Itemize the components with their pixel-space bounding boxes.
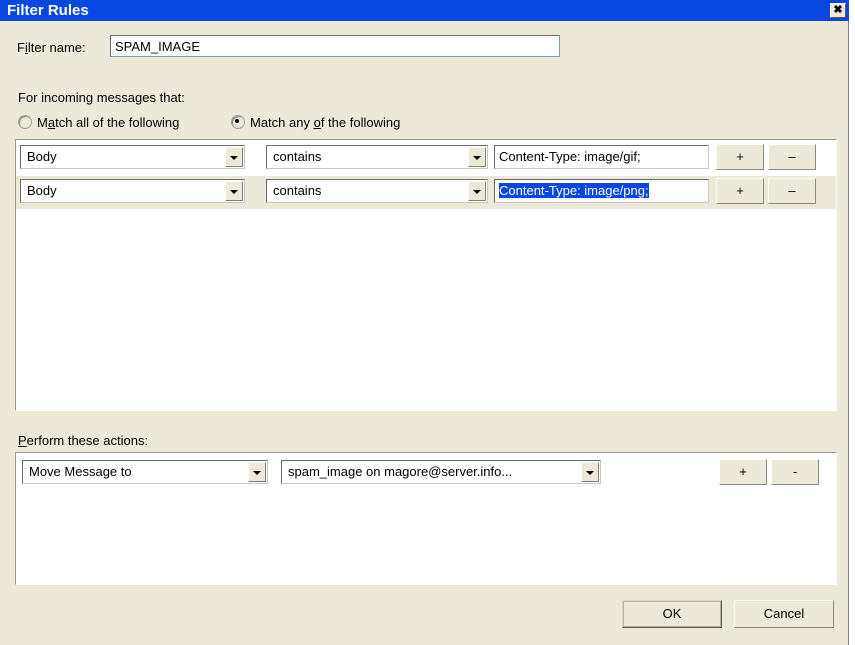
remove-condition-button[interactable]: – — [768, 144, 816, 170]
action-target-select[interactable]: spam_image on magore@server.info... — [281, 460, 601, 484]
action-row: Move Message to spam_image on magore@ser… — [16, 457, 836, 487]
radio-match-any[interactable]: Match any of the following — [231, 115, 400, 130]
condition-value-text: Content-Type: image/gif; — [499, 149, 641, 164]
chevron-down-icon[interactable] — [248, 462, 266, 482]
actions-heading: Perform these actions: — [18, 433, 149, 448]
action-target-value: spam_image on magore@server.info... — [288, 464, 513, 479]
radio-match-all[interactable]: Match all of the following — [18, 115, 179, 130]
actions-panel: Move Message to spam_image on magore@ser… — [15, 452, 837, 585]
action-type-value: Move Message to — [29, 464, 132, 479]
filter-name-label: Filter name: — [17, 40, 86, 55]
chevron-down-icon[interactable] — [468, 147, 486, 167]
condition-field-select[interactable]: Body — [20, 145, 245, 169]
add-action-button[interactable]: + — [719, 459, 767, 485]
condition-value-text: Content-Type: image/png; — [499, 183, 649, 198]
filter-rules-dialog: Filter Rules ✖ Filter name: For incoming… — [0, 0, 849, 645]
condition-value-input[interactable]: Content-Type: image/gif; — [494, 145, 709, 169]
condition-value-input[interactable]: Content-Type: image/png; — [494, 179, 709, 203]
chevron-down-icon[interactable] — [581, 462, 599, 482]
ok-button[interactable]: OK — [622, 600, 722, 628]
condition-field-select[interactable]: Body — [20, 179, 245, 203]
remove-condition-button[interactable]: – — [768, 178, 816, 204]
remove-action-button[interactable]: - — [771, 459, 819, 485]
radio-match-all-label: Match all of the following — [37, 115, 180, 130]
condition-row: Body contains Content-Type: image/gif; +… — [16, 142, 836, 175]
condition-operator-value: contains — [273, 183, 322, 198]
cancel-button[interactable]: Cancel — [734, 600, 834, 628]
condition-operator-value: contains — [273, 149, 322, 164]
title-bar[interactable]: Filter Rules ✖ — [0, 0, 849, 21]
condition-operator-select[interactable]: contains — [266, 145, 488, 169]
filter-name-input[interactable] — [110, 35, 560, 57]
radio-match-any-label: Match any of the following — [250, 115, 401, 130]
chevron-down-icon[interactable] — [468, 181, 486, 201]
window-title: Filter Rules — [7, 2, 89, 19]
radio-match-all-mark — [18, 115, 32, 129]
close-icon[interactable]: ✖ — [830, 3, 846, 18]
action-type-select[interactable]: Move Message to — [22, 460, 268, 484]
condition-field-value: Body — [27, 183, 57, 198]
condition-row: Body contains Content-Type: image/png; +… — [16, 176, 836, 209]
condition-operator-select[interactable]: contains — [266, 179, 488, 203]
add-condition-button[interactable]: + — [716, 144, 764, 170]
chevron-down-icon[interactable] — [225, 147, 243, 167]
close-glyph: ✖ — [833, 4, 843, 16]
chevron-down-icon[interactable] — [225, 181, 243, 201]
add-condition-button[interactable]: + — [716, 178, 764, 204]
radio-match-any-mark — [231, 115, 245, 129]
conditions-panel: Body contains Content-Type: image/gif; +… — [15, 139, 837, 411]
condition-field-value: Body — [27, 149, 57, 164]
conditions-heading: For incoming messages that: — [18, 90, 185, 105]
